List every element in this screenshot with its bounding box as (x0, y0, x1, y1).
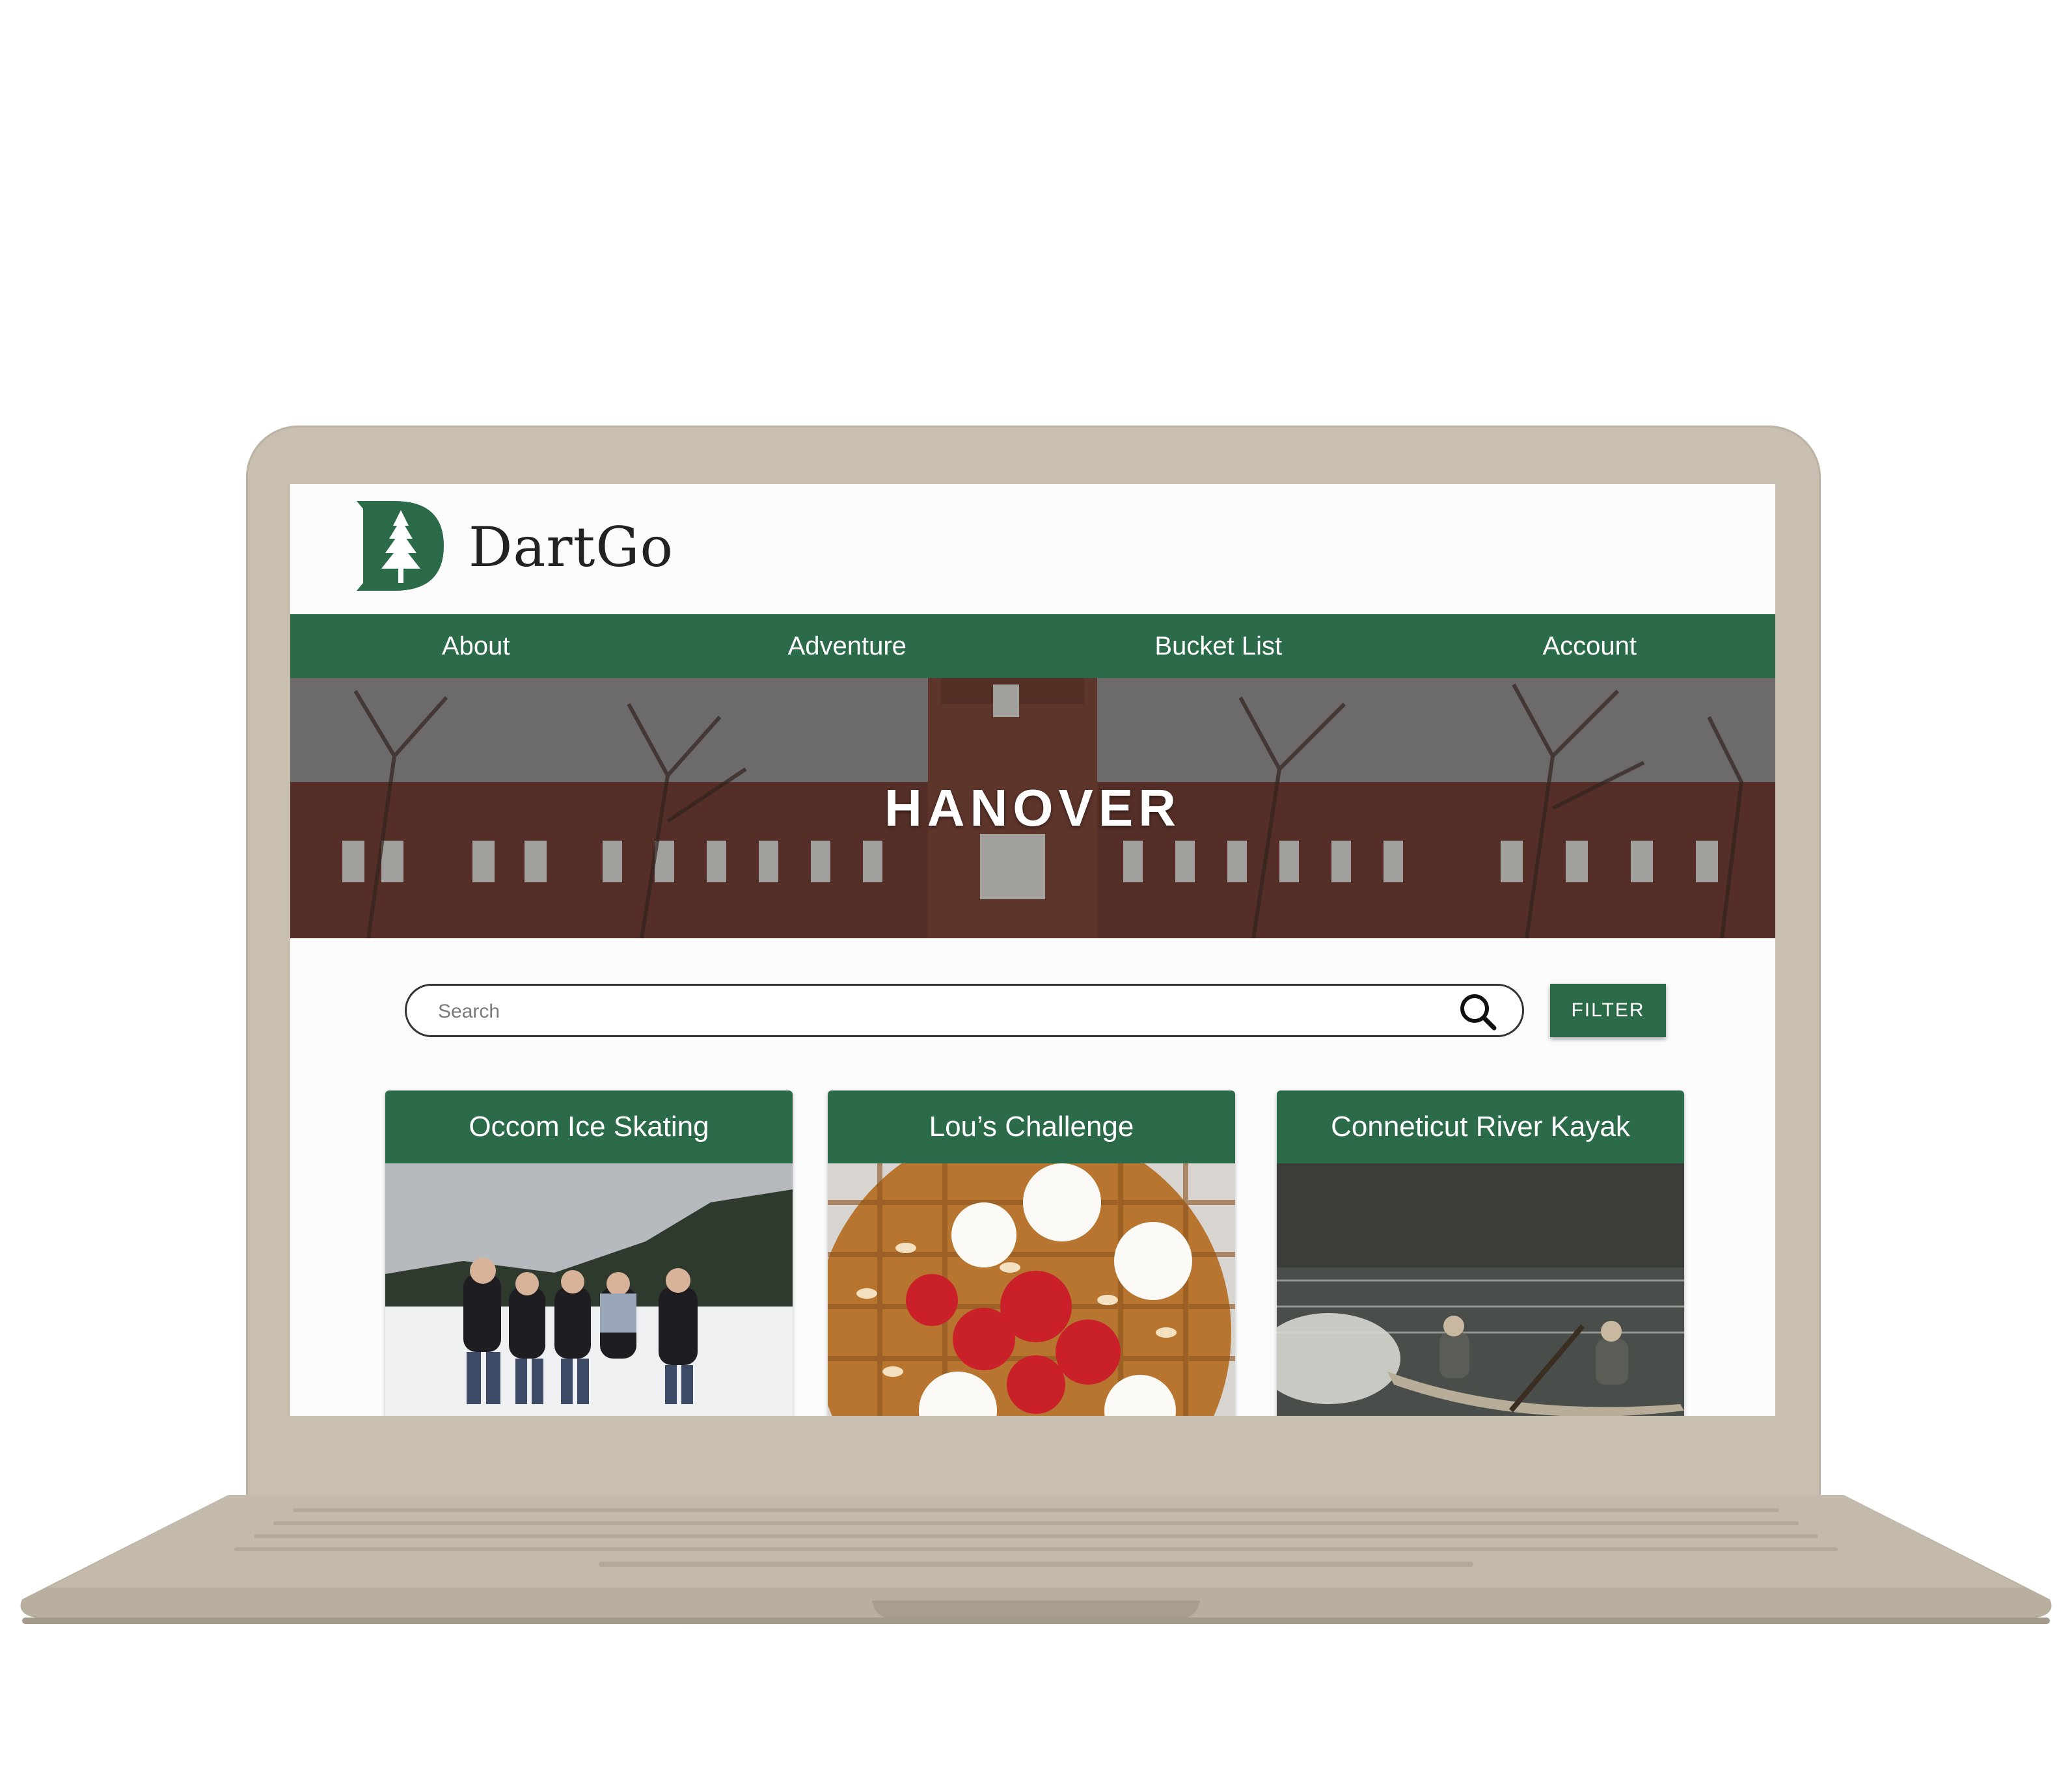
brand-name[interactable]: DartGo (469, 515, 674, 579)
site-header: DartGo (290, 484, 1775, 614)
hero-banner: HANOVER (290, 678, 1775, 938)
nav-adventure[interactable]: Adventure (662, 614, 1033, 678)
activity-card[interactable]: Occom Ice Skating (385, 1090, 793, 1416)
waffle-strawberries-photo (828, 1163, 1235, 1416)
pine-logo-icon[interactable] (353, 498, 448, 593)
laptop-base (13, 1490, 2059, 1627)
search-bar (405, 984, 1524, 1037)
activity-card[interactable]: Lou’s Challenge (828, 1090, 1235, 1416)
main-nav: About Adventure Bucket List Account (290, 614, 1775, 678)
card-title: Conneticut River Kayak (1277, 1090, 1684, 1163)
hero-title: HANOVER (884, 779, 1182, 837)
activity-card[interactable]: Conneticut River Kayak (1277, 1090, 1684, 1416)
group-ice-skating-photo (385, 1163, 793, 1416)
card-title: Occom Ice Skating (385, 1090, 793, 1163)
search-input[interactable] (437, 995, 1415, 1029)
nav-bucket-list[interactable]: Bucket List (1033, 614, 1404, 678)
search-icon[interactable] (1458, 992, 1497, 1031)
browser-screen: DartGo About Adventure Bucket List Accou… (290, 484, 1775, 1416)
river-canoe-photo (1277, 1163, 1684, 1416)
card-title: Lou’s Challenge (828, 1090, 1235, 1163)
nav-account[interactable]: Account (1404, 614, 1776, 678)
nav-about[interactable]: About (290, 614, 662, 678)
filter-button[interactable]: FILTER (1550, 984, 1666, 1037)
